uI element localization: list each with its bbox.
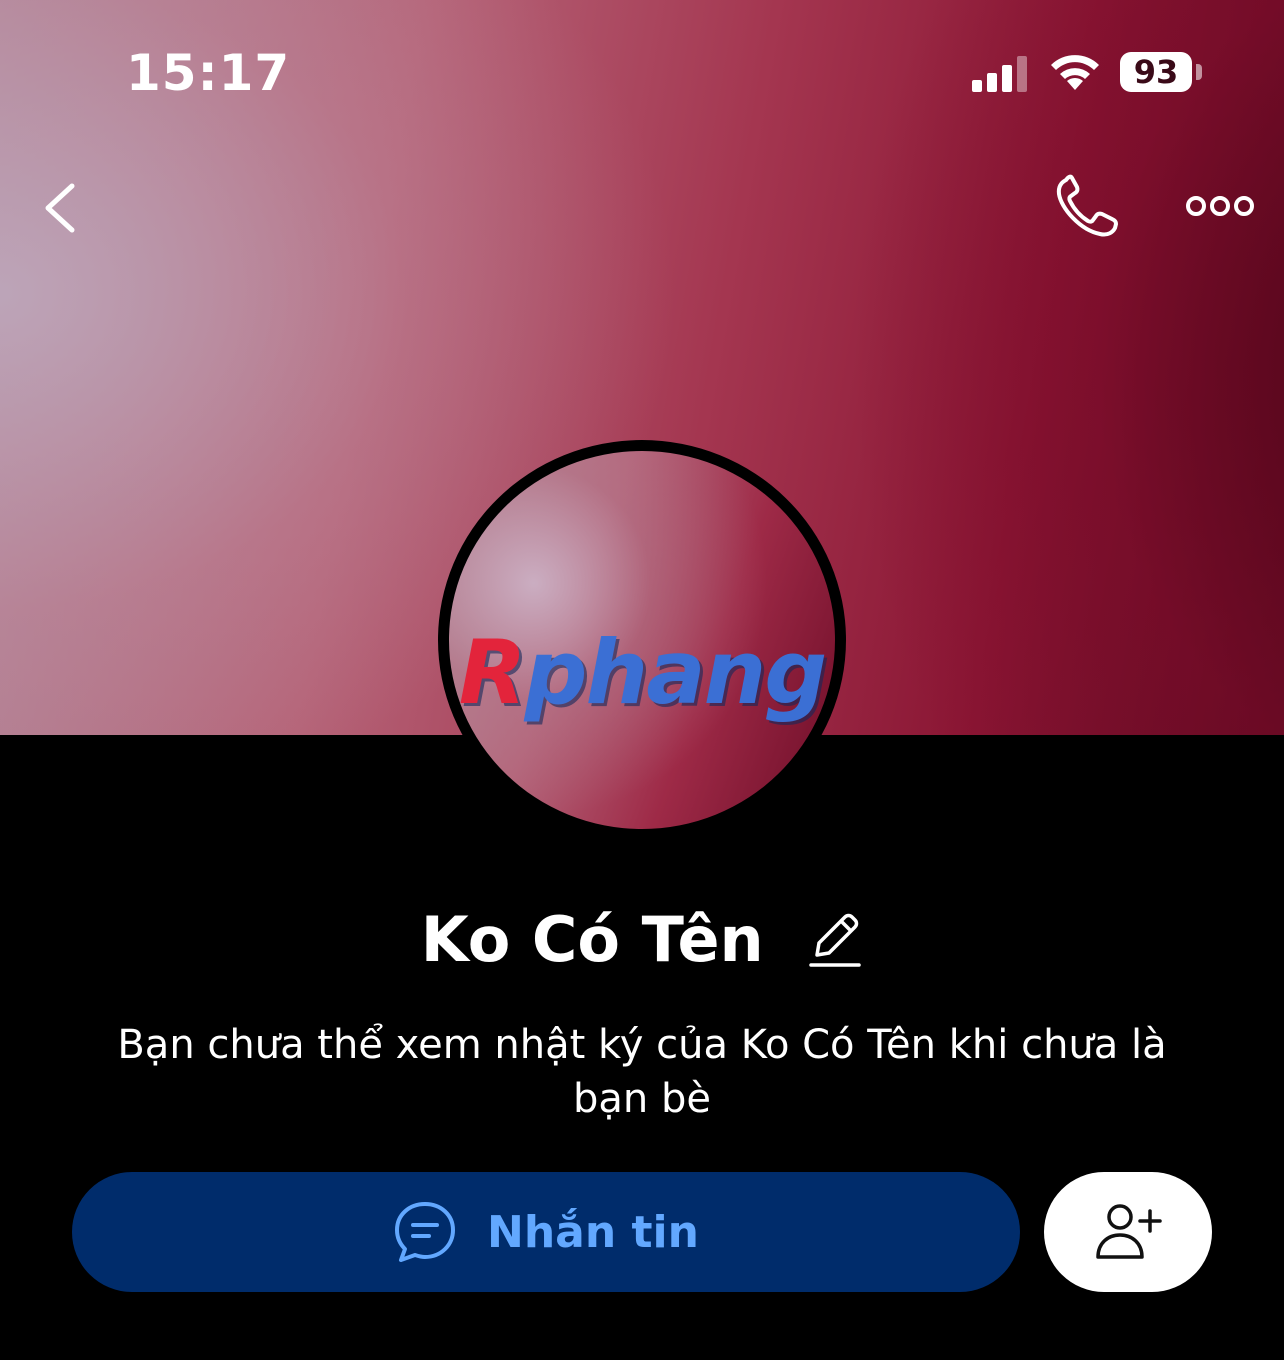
profile-name-row: Ko Có Tên bbox=[0, 896, 1284, 980]
watermark-text: phang bbox=[524, 621, 828, 724]
pencil-icon[interactable] bbox=[807, 909, 863, 971]
profile-screen: 15:17 93 Rphang Ko Có Tên Bạn chưa thể x… bbox=[0, 0, 1284, 1360]
friendship-notice: Bạn chưa thể xem nhật ký của Ko Có Tên k… bbox=[117, 1022, 1167, 1122]
more-horizontal-icon[interactable] bbox=[1180, 184, 1260, 228]
message-button-label: Nhắn tin bbox=[487, 1206, 699, 1258]
chevron-left-icon[interactable] bbox=[30, 176, 94, 240]
status-time: 15:17 bbox=[126, 44, 291, 102]
cellular-signal-icon bbox=[972, 56, 1027, 92]
battery-cap bbox=[1196, 64, 1202, 80]
watermark-logo: Rphang bbox=[458, 621, 828, 724]
user-plus-icon bbox=[1096, 1204, 1162, 1259]
add-friend-button[interactable] bbox=[1044, 1172, 1212, 1292]
profile-name: Ko Có Tên bbox=[420, 902, 764, 976]
chat-bubble-icon bbox=[395, 1202, 456, 1262]
message-button[interactable]: Nhắn tin bbox=[72, 1172, 1020, 1292]
phone-icon[interactable] bbox=[1052, 174, 1124, 240]
battery-icon: 93 bbox=[1120, 52, 1192, 92]
status-bar: 15:17 93 bbox=[0, 0, 1284, 150]
avatar[interactable]: Rphang bbox=[438, 440, 846, 840]
wifi-icon bbox=[1051, 55, 1099, 90]
